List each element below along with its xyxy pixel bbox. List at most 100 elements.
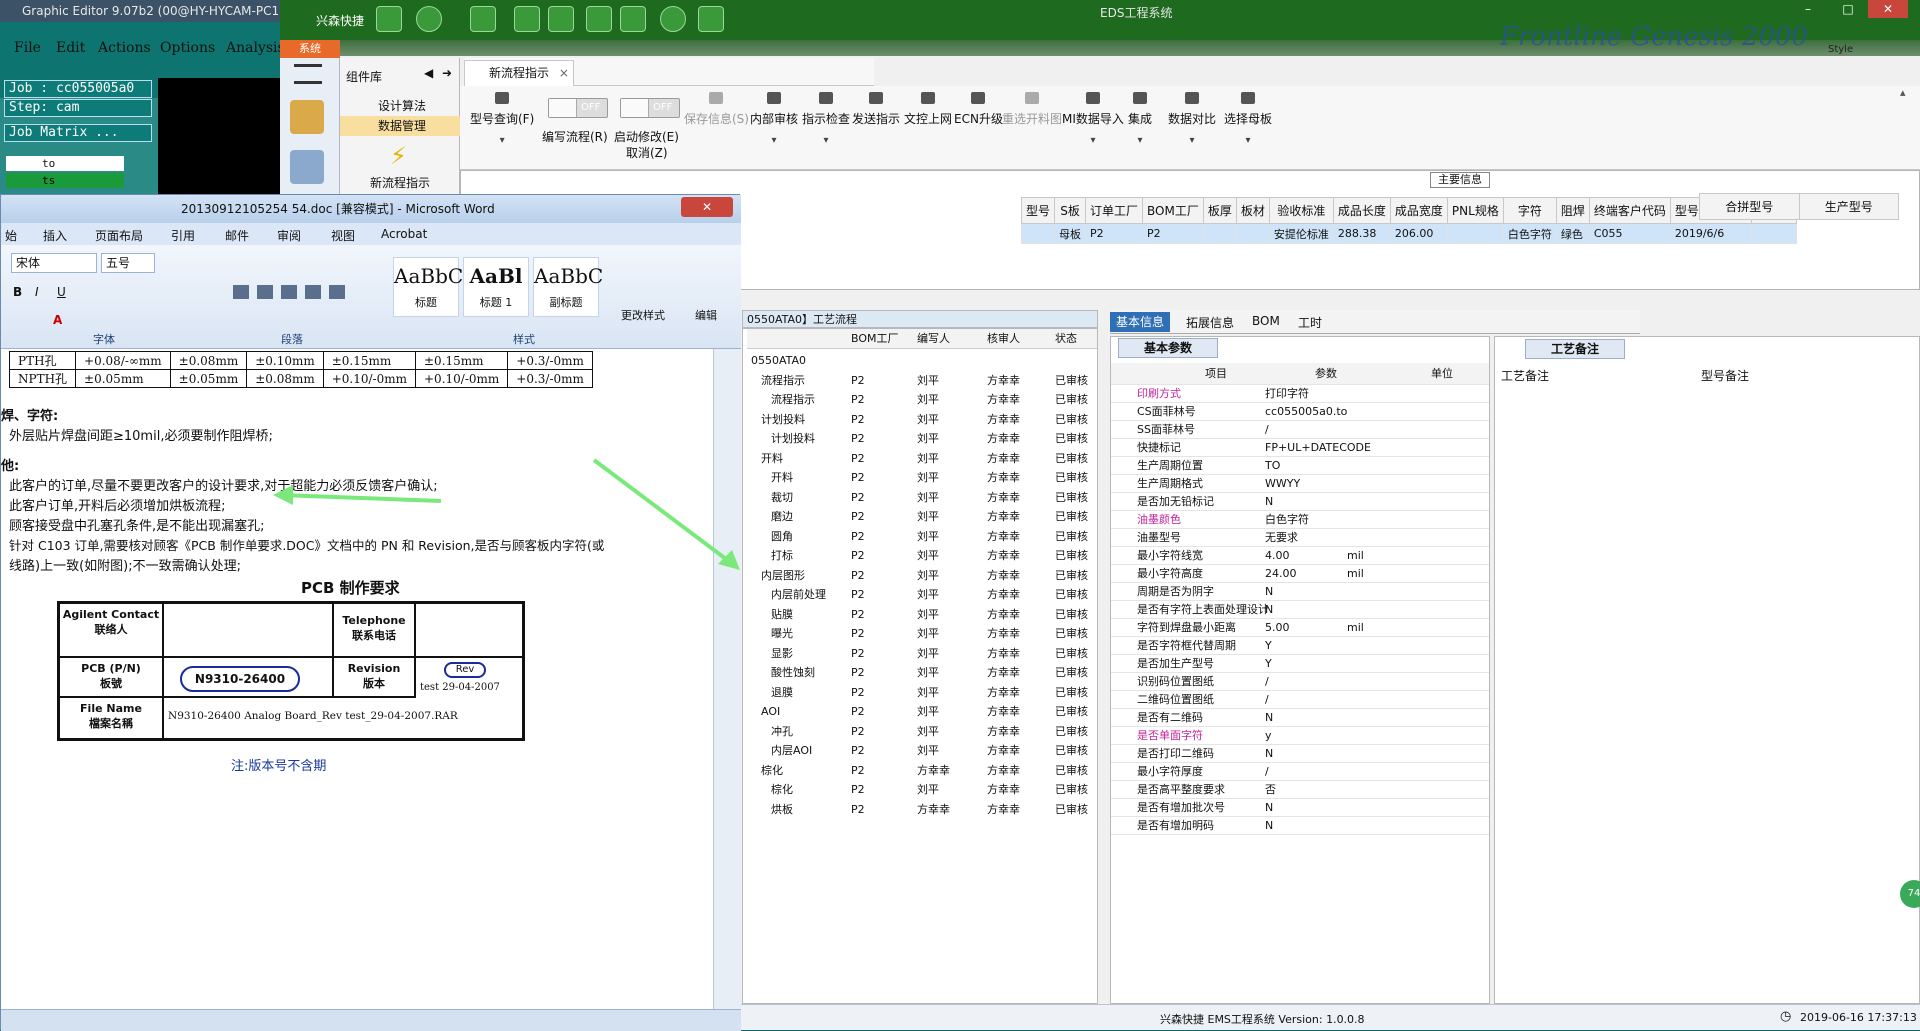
tab-new-flow[interactable]: 新流程指示 × [464, 60, 574, 86]
table-row[interactable]: 是否字符框代替周期 Y [1111, 637, 1489, 655]
list-item[interactable]: 内层图形 P2 刘平 方幸幸 已审核 [747, 566, 1097, 585]
list-item[interactable]: 酸性蚀刻 P2 刘平 方幸幸 已审核 [747, 663, 1097, 682]
data-compare-button[interactable]: 数据对比 ▾ [1168, 92, 1216, 146]
minimize-button[interactable]: – [1788, 0, 1828, 18]
start-edit-toggle[interactable]: OFF [620, 98, 680, 118]
col-unit[interactable]: 单位 [1431, 363, 1453, 385]
table-row[interactable]: 字符到焊盘最小距离 5.00 mil [1111, 619, 1489, 637]
tab-home[interactable]: 始 [5, 227, 17, 244]
tab-system[interactable]: 系统 [280, 40, 340, 58]
list-item[interactable]: 圆角 P2 刘平 方幸幸 已审核 [747, 527, 1097, 546]
italic-icon[interactable]: I [35, 285, 39, 299]
layer-ts[interactable]: ts [6, 173, 124, 188]
tab-hours[interactable]: 工时 [1298, 314, 1322, 331]
list-item[interactable]: 打标 P2 刘平 方幸幸 已审核 [747, 546, 1097, 565]
col-craft-note[interactable]: 工艺备注 [1501, 367, 1549, 384]
notification-badge[interactable]: 74 [1900, 880, 1920, 908]
cell[interactable]: 白色字符 [1502, 223, 1557, 244]
save-info-button[interactable]: 保存信息(S) [684, 92, 749, 127]
table-row[interactable]: 母板 P2 P2 安提伦标准 288.38 206.00 白色字符 绿色 C055 2019/6/… [1020, 223, 1797, 244]
col-main-9[interactable]: PNL规格 [1446, 197, 1504, 224]
col-model-note[interactable]: 型号备注 [1701, 367, 1749, 384]
word-close-button[interactable]: ✕ [681, 197, 733, 217]
table-row[interactable]: 油墨颜色 白色字符 [1111, 511, 1489, 529]
table-row[interactable]: 是否高平整度要求 否 [1111, 781, 1489, 799]
list-item[interactable]: 流程指示 P2 刘平 方幸幸 已审核 [747, 390, 1097, 409]
table-row[interactable]: 生产周期格式 WWYY [1111, 475, 1489, 493]
list-item[interactable]: 显影 P2 刘平 方幸幸 已审核 [747, 644, 1097, 663]
list-item[interactable]: 退膜 P2 刘平 方幸幸 已审核 [747, 683, 1097, 702]
nav-item-data[interactable]: 数据管理 [340, 116, 460, 136]
change-style-button[interactable]: 更改样式 [621, 307, 665, 323]
col-main-7[interactable]: 成品长度 [1332, 197, 1391, 224]
internal-review-button[interactable]: 内部审核 ▾ [750, 92, 798, 146]
close-button[interactable]: ✕ [1868, 0, 1908, 18]
cell[interactable]: 安提伦标准 [1268, 223, 1334, 244]
list-item[interactable]: 计划投料 P2 刘平 方幸幸 已审核 [747, 410, 1097, 429]
cell[interactable]: C055 [1588, 223, 1671, 244]
nav-item-new-flow[interactable]: 新流程指示 [340, 174, 460, 191]
reselect-cut-button[interactable]: 重选开料图 [1002, 92, 1062, 127]
graphic-canvas[interactable] [158, 78, 280, 198]
col-merge-model[interactable]: 合拼型号 [1699, 193, 1800, 220]
table-row[interactable]: 是否有增加批次号 N [1111, 799, 1489, 817]
table-row[interactable]: CS面菲林号 cc055005a0.to [1111, 403, 1489, 421]
mi-import-button[interactable]: MI数据导入 ▾ [1062, 92, 1124, 146]
col-main-10[interactable]: 字符 [1502, 197, 1557, 224]
col-param[interactable]: 参数 [1315, 363, 1337, 385]
panel-pin-icon[interactable]: ➜ [442, 66, 452, 80]
document-body[interactable]: PTH孔 +0.08/-∞mm ±0.08mm ±0.10mm ±0.15mm ±0.15… [1, 349, 713, 1009]
list-item[interactable]: 流程指示 P2 刘平 方幸幸 已审核 [747, 371, 1097, 390]
cell[interactable]: 288.38 [1332, 223, 1391, 244]
tab-insert[interactable]: 插入 [43, 227, 67, 244]
tab-references[interactable]: 引用 [171, 227, 195, 244]
job-field[interactable]: Job : cc055005a0 [4, 80, 152, 98]
tab-layout[interactable]: 页面布局 [95, 227, 143, 244]
col-main-2[interactable]: 订单工厂 [1085, 197, 1144, 224]
col-main-1[interactable]: S板 [1054, 197, 1087, 224]
col-main-5[interactable]: 板材 [1235, 197, 1270, 224]
col-bom-factory[interactable]: BOM工厂 [851, 329, 899, 348]
table-row[interactable]: 是否有字符上表面处理设计 N [1111, 601, 1489, 619]
maximize-button[interactable]: □ [1828, 0, 1868, 18]
write-flow-toggle[interactable]: OFF [548, 98, 608, 118]
table-row[interactable]: 最小字符线宽 4.00 mil [1111, 547, 1489, 565]
tab-close-icon[interactable]: × [559, 66, 569, 80]
cell[interactable] [1446, 223, 1504, 244]
underline-icon[interactable]: U [57, 285, 66, 299]
table-row[interactable]: 生产周期位置 TO [1111, 457, 1489, 475]
menu-options[interactable]: Options [160, 40, 215, 56]
cell[interactable]: 2019/6/6 [1669, 223, 1752, 244]
font-color-icon[interactable]: A [53, 313, 62, 327]
nav-item-design[interactable]: 设计算法 [340, 96, 460, 116]
list-item[interactable]: 开料 P2 刘平 方幸幸 已审核 [747, 449, 1097, 468]
list-item[interactable]: 曝光 P2 刘平 方幸幸 已审核 [747, 624, 1097, 643]
list-item[interactable]: AOI P2 刘平 方幸幸 已审核 [747, 702, 1097, 721]
yx-module-icon[interactable] [290, 100, 324, 134]
table-row[interactable]: 周期是否为阴字 N [1111, 583, 1489, 601]
col-production-model[interactable]: 生产型号 [1798, 193, 1899, 220]
style-label[interactable]: Style [1828, 44, 1853, 55]
hamburger-icon[interactable] [294, 64, 322, 84]
table-row[interactable]: 印刷方式 打印字符 [1111, 385, 1489, 403]
search-tool-icon[interactable] [376, 6, 402, 32]
col-status[interactable]: 状态 [1055, 329, 1077, 348]
panel-prev-icon[interactable]: ◀ [424, 66, 433, 80]
list-item[interactable]: 棕化 P2 刘平 方幸幸 已审核 [747, 780, 1097, 799]
cell[interactable] [1202, 223, 1237, 244]
calculator-module-icon[interactable] [290, 150, 324, 184]
table-row[interactable]: 是否单面字符 y [1111, 727, 1489, 745]
table-row[interactable]: 是否打印二维码 N [1111, 745, 1489, 763]
table-row[interactable]: 快捷标记 FP+UL+DATECODE [1111, 439, 1489, 457]
list-item[interactable]: 磨边 P2 刘平 方幸幸 已审核 [747, 507, 1097, 526]
bold-icon[interactable]: B [13, 285, 22, 299]
list-item[interactable]: 烘板 P2 方幸幸 方幸幸 已审核 [747, 800, 1097, 819]
menu-edit[interactable]: Edit [56, 40, 85, 56]
list-item[interactable]: 冲孔 P2 刘平 方幸幸 已审核 [747, 722, 1097, 741]
list-item[interactable]: 贴膜 P2 刘平 方幸幸 已审核 [747, 605, 1097, 624]
list-item[interactable]: 棕化 P2 方幸幸 方幸幸 已审核 [747, 761, 1097, 780]
copy-tool-icon[interactable] [586, 6, 612, 32]
cell[interactable] [1750, 223, 1797, 244]
menu-file[interactable]: File [14, 40, 41, 56]
style-heading1[interactable]: AaBl 标题 1 [463, 257, 529, 317]
